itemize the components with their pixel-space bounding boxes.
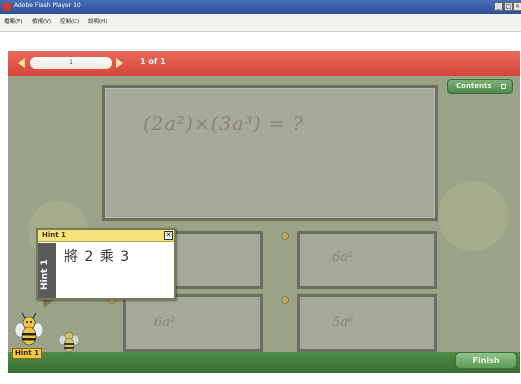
bee-small-icon — [58, 331, 80, 353]
title-bar: Adobe Flash Player 10 _ □ × — [0, 0, 521, 14]
contents-label: Contents — [456, 82, 492, 90]
answer-radio-4[interactable] — [281, 296, 289, 304]
hint-title: Hint 1 — [42, 231, 66, 239]
flash-player-window: Adobe Flash Player 10 _ □ × 檔案(F) 檢視(V) … — [0, 0, 521, 384]
contents-button[interactable]: Contents — [447, 79, 513, 94]
maximize-button[interactable]: □ — [504, 2, 513, 11]
hint-header: Hint 1 ✕ — [38, 230, 174, 242]
close-icon[interactable]: ✕ — [164, 231, 173, 240]
finish-button[interactable]: Finish — [455, 352, 517, 369]
menu-control[interactable]: 控制(C) — [60, 17, 79, 25]
hint-side-tab: Hint 1 — [38, 243, 56, 298]
triangle-right-icon[interactable] — [116, 58, 123, 68]
window-title: Adobe Flash Player 10 — [14, 2, 81, 9]
bottom-bar — [8, 352, 520, 373]
minimize-button[interactable]: _ — [494, 2, 503, 11]
navigation-bar: 1 1 of 1 — [8, 51, 520, 76]
bee-mascot-icon[interactable] — [14, 312, 44, 348]
flash-player-icon — [3, 3, 11, 11]
page-counter: 1 of 1 — [140, 57, 166, 66]
answer-radio-2[interactable] — [281, 232, 289, 240]
hint-side-label: Hint 1 — [40, 259, 50, 290]
window-close-button[interactable]: × — [513, 2, 521, 11]
list-icon — [501, 84, 506, 89]
hint-text: 將 2 乘 3 — [64, 249, 131, 265]
answer-option-4[interactable]: 5a⁶ — [297, 294, 437, 352]
answer-option-2[interactable]: 6a² — [297, 231, 437, 289]
answer-option-3[interactable]: 6a² — [123, 294, 263, 352]
menu-view[interactable]: 檢視(V) — [32, 17, 51, 25]
decorative-flower — [438, 181, 508, 251]
question-box: (2a²)×(3a³) = ? — [102, 85, 438, 221]
hint-button[interactable]: Hint 1 — [12, 348, 42, 359]
answer-text-3: 6a² — [154, 315, 176, 330]
menu-bar: 檔案(F) 檢視(V) 控制(C) 說明(H) — [0, 14, 521, 32]
menu-help[interactable]: 說明(H) — [88, 17, 107, 25]
page-number-input[interactable]: 1 — [30, 57, 112, 69]
question-text: (2a²)×(3a³) = ? — [143, 113, 304, 135]
hint-popup: Hint 1 ✕ Hint 1 將 2 乘 3 — [36, 228, 176, 300]
answer-text-2: 6a² — [332, 250, 354, 265]
triangle-left-icon[interactable] — [18, 58, 25, 68]
menu-file[interactable]: 檔案(F) — [4, 17, 22, 25]
answer-text-4: 5a⁶ — [332, 315, 354, 330]
